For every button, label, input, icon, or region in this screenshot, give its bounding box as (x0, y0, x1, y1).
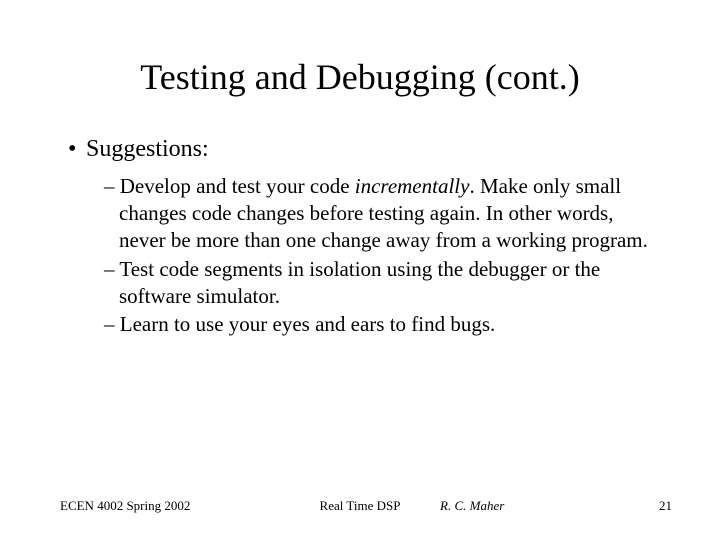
sub2-text: Test code segments in isolation using th… (119, 257, 600, 308)
footer: ECEN 4002 Spring 2002 Real Time DSP R. C… (0, 498, 720, 514)
sub-item-1: – Develop and test your code incremental… (104, 173, 660, 254)
footer-left: ECEN 4002 Spring 2002 (60, 498, 190, 514)
dash-icon: – (104, 174, 120, 198)
sub-item-3: – Learn to use your eyes and ears to fin… (104, 311, 660, 338)
top-bullet: •Suggestions: (68, 136, 660, 163)
sub-list: – Develop and test your code incremental… (104, 173, 660, 338)
heading-text: Suggestions: (86, 136, 209, 162)
footer-center: Real Time DSP (320, 498, 401, 514)
slide: Testing and Debugging (cont.) •Suggestio… (0, 0, 720, 540)
dash-icon: – (104, 312, 120, 336)
footer-author: R. C. Maher (440, 498, 504, 514)
footer-page: 21 (659, 498, 672, 514)
dash-icon: – (104, 257, 119, 281)
bullet-mark: • (68, 136, 86, 163)
sub3-text: Learn to use your eyes and ears to find … (120, 312, 496, 336)
slide-title: Testing and Debugging (cont.) (60, 56, 660, 98)
sub-item-2: – Test code segments in isolation using … (104, 256, 660, 310)
sub1-pre: Develop and test your code (120, 174, 355, 198)
sub1-em: incrementally (355, 174, 470, 198)
